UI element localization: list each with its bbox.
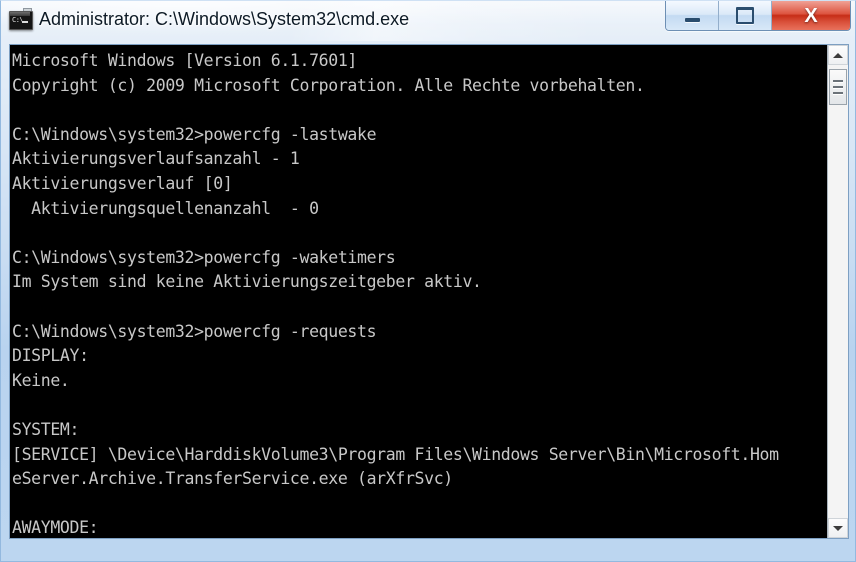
window-controls: X xyxy=(665,1,851,31)
cmd-console-icon: C:\ xyxy=(9,8,33,30)
grip-line-icon xyxy=(833,85,843,89)
console-vertical-scrollbar[interactable] xyxy=(827,45,848,538)
cmd-window: C:\ Administrator: C:\Windows\System32\c… xyxy=(0,0,856,562)
scroll-up-button[interactable] xyxy=(828,45,848,65)
arrow-down-icon xyxy=(833,525,843,531)
grip-line-icon xyxy=(833,79,843,83)
console-output-area[interactable]: Microsoft Windows [Version 6.1.7601] Cop… xyxy=(10,45,828,538)
maximize-button[interactable] xyxy=(719,1,772,30)
arrow-up-icon xyxy=(833,52,843,58)
console-text: Microsoft Windows [Version 6.1.7601] Cop… xyxy=(12,51,779,538)
maximize-icon xyxy=(736,7,754,24)
title-bar[interactable]: C:\ Administrator: C:\Windows\System32\c… xyxy=(1,1,855,39)
window-title: Administrator: C:\Windows\System32\cmd.e… xyxy=(39,9,410,29)
cmd-icon-cursor xyxy=(22,21,28,23)
scrollbar-thumb[interactable] xyxy=(829,69,847,105)
console-client-area: Microsoft Windows [Version 6.1.7601] Cop… xyxy=(9,44,849,539)
close-button[interactable]: X xyxy=(772,1,850,30)
close-icon: X xyxy=(804,4,818,27)
minimize-icon xyxy=(684,17,700,22)
grip-line-icon xyxy=(833,91,843,95)
minimize-button[interactable] xyxy=(666,1,719,30)
scrollbar-track[interactable] xyxy=(828,65,848,518)
scroll-down-button[interactable] xyxy=(828,518,848,538)
